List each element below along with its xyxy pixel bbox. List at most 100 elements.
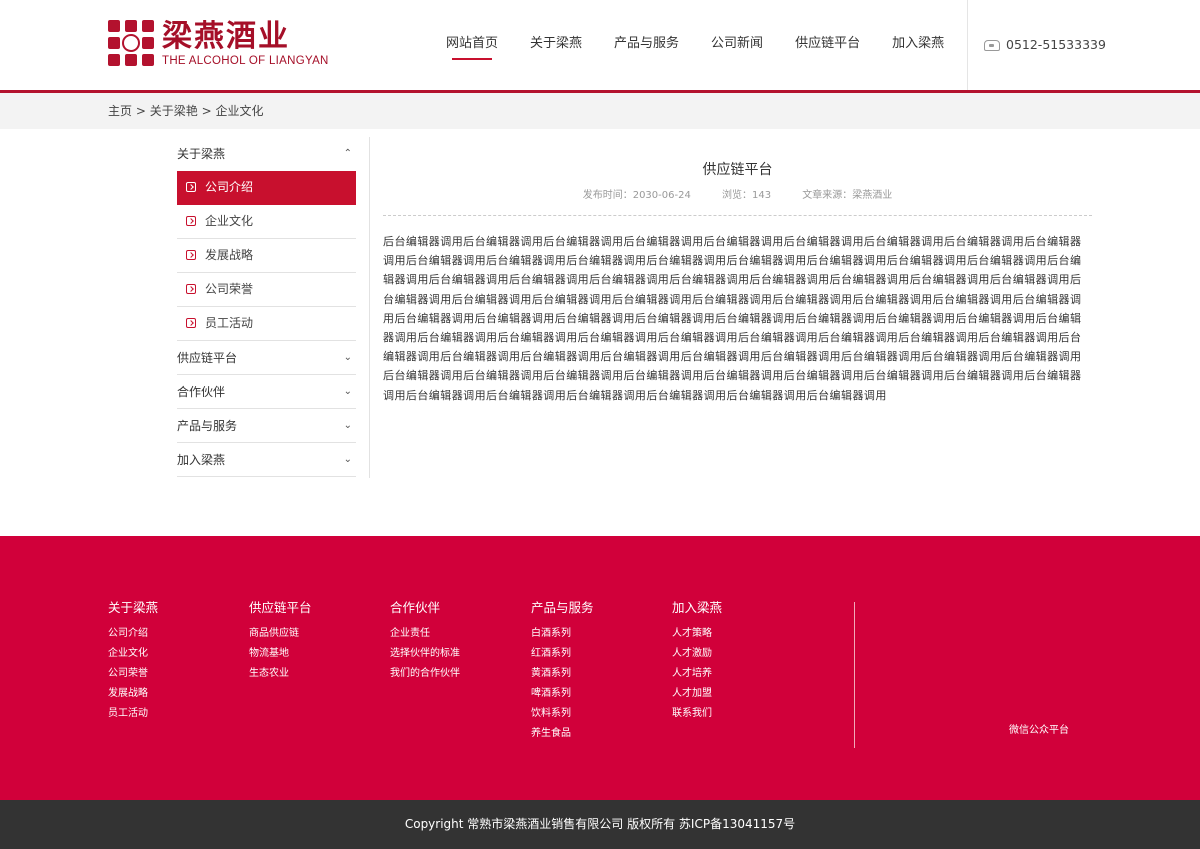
breadcrumb-sep: > [135, 104, 146, 118]
sidebar-section-label: 加入梁燕 [177, 453, 226, 467]
footer-link[interactable]: 联系我们 [672, 704, 722, 724]
arrow-box-icon [186, 182, 196, 192]
chevron-down-icon: ⌄ [343, 352, 352, 363]
footer-link[interactable]: 物流基地 [249, 644, 312, 664]
telephone-icon [984, 39, 1000, 51]
breadcrumb-home[interactable]: 主页 [108, 104, 132, 118]
logo-emblem-icon [108, 20, 154, 66]
sidebar-item-label: 公司介绍 [205, 180, 254, 194]
sidebar-item-label: 公司荣誉 [205, 282, 254, 296]
footer-link[interactable]: 发展战略 [108, 684, 158, 704]
breadcrumb-sep: > [201, 104, 212, 118]
sidebar-menu: 关于梁燕 ⌃ 公司介绍 企业文化 发展战略 公司荣誉 员工活动 供应链平台 ⌄ … [177, 137, 356, 477]
article-divider [383, 215, 1092, 216]
footer-column-title: 合作伙伴 [390, 600, 441, 615]
article-publish-time: 发布时间：2030-06-24 [582, 190, 691, 201]
sidebar-section-supply-chain[interactable]: 供应链平台 ⌄ [177, 341, 356, 375]
nav-join[interactable]: 加入梁燕 [876, 0, 960, 90]
arrow-box-icon [186, 216, 196, 226]
main-nav: 网站首页 关于梁燕 产品与服务 公司新闻 供应链平台 加入梁燕 [430, 0, 960, 90]
article-body: 后台编辑器调用后台编辑器调用后台编辑器调用后台编辑器调用后台编辑器调用后台编辑器… [383, 235, 1082, 402]
phone-contact: 0512-51533339 [984, 0, 1106, 90]
brand-name-en: THE ALCOHOL OF LIANGYAN [162, 55, 329, 67]
sidebar-section-partners[interactable]: 合作伙伴 ⌄ [177, 375, 356, 409]
phone-number: 0512-51533339 [1006, 37, 1106, 52]
sidebar-item-company-intro[interactable]: 公司介绍 [177, 171, 356, 205]
footer-link[interactable]: 饮料系列 [531, 704, 594, 724]
nav-news[interactable]: 公司新闻 [695, 0, 779, 90]
brand-name-cn: 梁燕酒业 [162, 19, 290, 54]
site-header: 梁燕酒业 THE ALCOHOL OF LIANGYAN 网站首页 关于梁燕 产… [0, 0, 1200, 90]
footer-link[interactable]: 养生食品 [531, 724, 594, 744]
header-divider [967, 0, 968, 90]
sidebar-item-activities[interactable]: 员工活动 [177, 307, 356, 341]
footer-link[interactable]: 人才加盟 [672, 684, 722, 704]
footer-column-supply-chain: 供应链平台 商品供应链 物流基地 生态农业 [249, 600, 312, 684]
footer-link[interactable]: 企业文化 [108, 644, 158, 664]
footer-link[interactable]: 公司介绍 [108, 624, 158, 644]
sidebar-item-honors[interactable]: 公司荣誉 [177, 273, 356, 307]
copyright-bar: Copyright 常熟市梁燕酒业销售有限公司 版权所有 苏ICP备130411… [0, 800, 1200, 849]
footer-link[interactable]: 企业责任 [390, 624, 460, 644]
chevron-down-icon: ⌄ [343, 420, 352, 431]
footer-link[interactable]: 生态农业 [249, 664, 312, 684]
sidebar-item-label: 发展战略 [205, 248, 254, 262]
footer-link[interactable]: 人才激励 [672, 644, 722, 664]
article-views: 浏览：143 [722, 190, 772, 201]
nav-supply-chain[interactable]: 供应链平台 [779, 0, 876, 90]
footer-link[interactable]: 白酒系列 [531, 624, 594, 644]
sidebar-section-label: 产品与服务 [177, 419, 238, 433]
breadcrumb-level1[interactable]: 关于梁艳 [150, 104, 198, 118]
sidebar-section-label: 关于梁燕 [177, 147, 226, 161]
nav-about[interactable]: 关于梁燕 [514, 0, 598, 90]
article: 供应链平台 发布时间：2030-06-24 浏览：143 文章来源：梁燕酒业 后… [383, 137, 1092, 405]
footer-link[interactable]: 人才培养 [672, 664, 722, 684]
article-title: 供应链平台 [702, 162, 773, 178]
sidebar-section-about[interactable]: 关于梁燕 ⌃ [177, 137, 356, 171]
breadcrumb-current[interactable]: 企业文化 [215, 104, 263, 118]
sidebar-section-join[interactable]: 加入梁燕 ⌄ [177, 443, 356, 477]
breadcrumb-band: 主页 > 关于梁艳 > 企业文化 [0, 93, 1200, 129]
site-footer: 关于梁燕 公司介绍 企业文化 公司荣誉 发展战略 员工活动 供应链平台 商品供应… [0, 536, 1200, 800]
footer-column-partners: 合作伙伴 企业责任 选择伙伴的标准 我们的合作伙伴 [390, 600, 460, 684]
arrow-box-icon [186, 318, 196, 328]
footer-link[interactable]: 选择伙伴的标准 [390, 644, 460, 664]
footer-column-title: 关于梁燕 [108, 600, 159, 615]
brand-logo[interactable]: 梁燕酒业 THE ALCOHOL OF LIANGYAN [108, 20, 329, 68]
sidebar-item-label: 员工活动 [205, 316, 254, 330]
footer-link[interactable]: 我们的合作伙伴 [390, 664, 460, 684]
footer-link[interactable]: 人才策略 [672, 624, 722, 644]
footer-column-join: 加入梁燕 人才策略 人才激励 人才培养 人才加盟 联系我们 [672, 600, 722, 724]
arrow-box-icon [186, 250, 196, 260]
footer-link[interactable]: 红酒系列 [531, 644, 594, 664]
footer-link[interactable]: 黄酒系列 [531, 664, 594, 684]
sidebar-section-label: 供应链平台 [177, 351, 238, 365]
breadcrumb: 主页 > 关于梁艳 > 企业文化 [108, 93, 263, 129]
sidebar-item-strategy[interactable]: 发展战略 [177, 239, 356, 273]
sidebar-divider [369, 137, 370, 478]
nav-products[interactable]: 产品与服务 [598, 0, 695, 90]
footer-column-title: 供应链平台 [249, 600, 312, 615]
article-source: 文章来源：梁燕酒业 [802, 190, 893, 201]
article-meta: 发布时间：2030-06-24 浏览：143 文章来源：梁燕酒业 [383, 189, 1092, 203]
footer-link[interactable]: 啤酒系列 [531, 684, 594, 704]
footer-link[interactable]: 员工活动 [108, 704, 158, 724]
arrow-box-icon [186, 284, 196, 294]
wechat-label: 微信公众平台 [1009, 725, 1069, 736]
sidebar-item-label: 企业文化 [205, 214, 254, 228]
footer-divider [854, 602, 855, 748]
nav-home[interactable]: 网站首页 [430, 0, 514, 90]
footer-link[interactable]: 商品供应链 [249, 624, 312, 644]
chevron-up-icon: ⌃ [343, 148, 352, 159]
copyright-text: Copyright 常熟市梁燕酒业销售有限公司 版权所有 苏ICP备130411… [404, 817, 796, 831]
sidebar-section-label: 合作伙伴 [177, 385, 226, 399]
footer-column-title: 产品与服务 [531, 600, 594, 615]
footer-column-title: 加入梁燕 [672, 600, 723, 615]
footer-column-about: 关于梁燕 公司介绍 企业文化 公司荣誉 发展战略 员工活动 [108, 600, 158, 724]
footer-link[interactable]: 公司荣誉 [108, 664, 158, 684]
footer-column-products: 产品与服务 白酒系列 红酒系列 黄酒系列 啤酒系列 饮料系列 养生食品 [531, 600, 594, 744]
chevron-down-icon: ⌄ [343, 386, 352, 397]
chevron-down-icon: ⌄ [343, 454, 352, 465]
sidebar-item-culture[interactable]: 企业文化 [177, 205, 356, 239]
sidebar-section-products[interactable]: 产品与服务 ⌄ [177, 409, 356, 443]
